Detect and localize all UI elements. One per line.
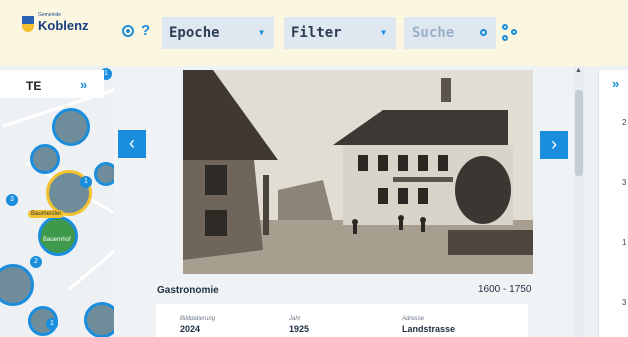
- detail-value-jahr: 1925: [289, 324, 310, 334]
- scrollbar-thumb[interactable]: [575, 90, 583, 176]
- list-item-number: 3: [622, 298, 627, 307]
- list-item-number: 1: [622, 238, 627, 247]
- left-panel-title: TE: [26, 79, 42, 93]
- chevron-down-icon: ▼: [381, 28, 386, 37]
- epoch-dropdown[interactable]: Epoche ▼: [162, 17, 274, 49]
- left-panel-header: [0, 70, 104, 98]
- marker-count-badge: 1: [46, 318, 58, 330]
- next-photo-button[interactable]: ›: [540, 131, 568, 159]
- marker-count-badge: 3: [6, 194, 18, 206]
- marker-count-badge: 1: [80, 176, 92, 188]
- city-title[interactable]: Koblenz: [38, 18, 89, 33]
- detail-value-adresse: Landstrasse: [402, 324, 456, 334]
- right-panel: [598, 70, 628, 337]
- marker-label: Baumeister: [28, 210, 65, 218]
- expand-right-panel-button[interactable]: »: [612, 76, 619, 91]
- help-button[interactable]: ?: [141, 22, 150, 39]
- detail-value-bilddatierung: 2024: [180, 324, 201, 334]
- list-item-number: 3: [622, 178, 627, 187]
- historic-photo: [183, 70, 533, 274]
- street-scene-illustration: [183, 70, 533, 274]
- marker-label: Bauernhof: [40, 236, 74, 244]
- filter-dropdown-label: Filter: [291, 25, 342, 41]
- network-icon[interactable]: [502, 24, 518, 42]
- gear-icon[interactable]: [122, 25, 134, 37]
- marker-count-badge: 2: [30, 256, 42, 268]
- map-photo-marker[interactable]: [52, 108, 90, 146]
- map-photo-marker[interactable]: [30, 144, 60, 174]
- photo-period: 1600 - 1750: [478, 284, 532, 295]
- epoch-dropdown-label: Epoche: [169, 25, 220, 41]
- list-item-number: 2: [622, 118, 627, 127]
- map-photo-marker[interactable]: [0, 264, 34, 306]
- app-header: Gemeinde Koblenz ? Epoche ▼ Filter ▼ Suc…: [0, 0, 628, 66]
- filter-dropdown[interactable]: Filter ▼: [284, 17, 396, 49]
- scroll-up-icon[interactable]: ▲: [575, 67, 582, 74]
- search-icon[interactable]: [480, 29, 487, 36]
- chevron-down-icon: ▼: [259, 28, 264, 37]
- search-placeholder: Suche: [412, 25, 455, 41]
- expand-left-panel-button[interactable]: »: [80, 77, 87, 92]
- previous-photo-button[interactable]: ‹: [118, 130, 146, 158]
- photo-category: Gastronomie: [157, 285, 219, 296]
- detail-label-bilddatierung: Bilddatierung: [180, 316, 216, 322]
- detail-label-jahr: Jahr: [289, 316, 301, 322]
- search-input[interactable]: Suche: [404, 17, 496, 49]
- detail-label-adresse: Adresse: [402, 316, 425, 322]
- municipality-crest-icon: [22, 16, 34, 32]
